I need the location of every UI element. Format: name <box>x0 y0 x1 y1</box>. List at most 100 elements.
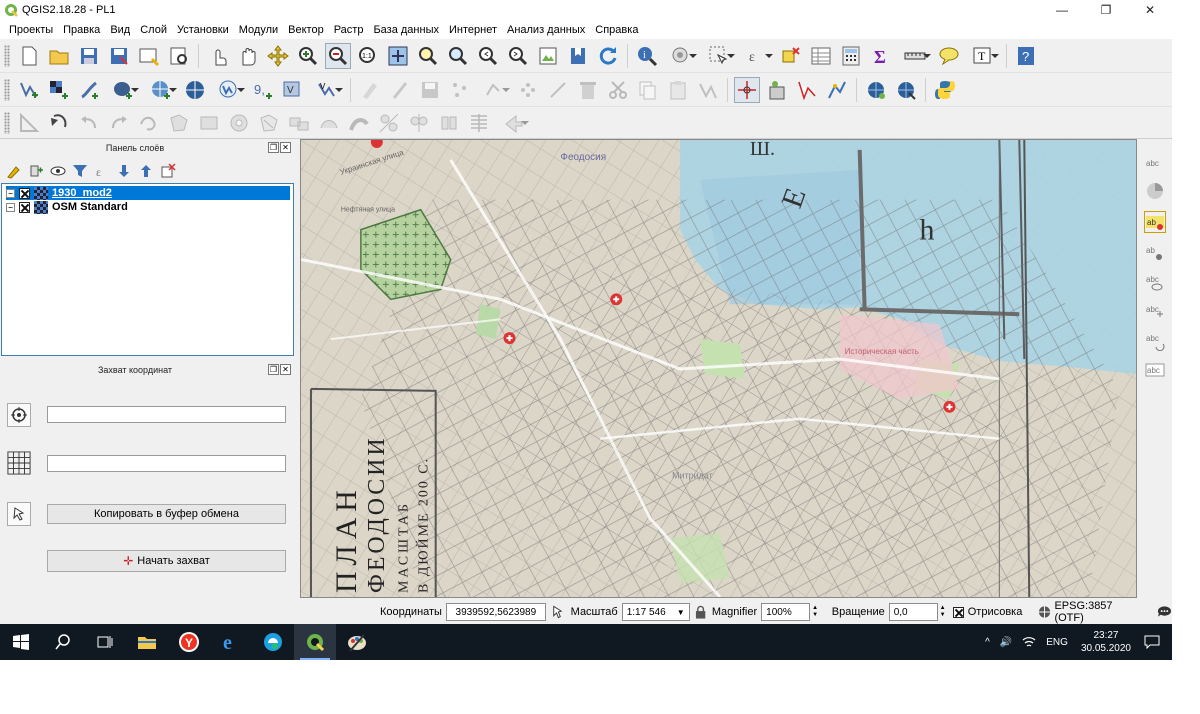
hospital-marker[interactable] <box>610 293 623 306</box>
edge-button[interactable] <box>252 624 294 660</box>
zoom-to-selection-icon[interactable] <box>415 43 441 69</box>
menu-edit[interactable]: Правка <box>58 24 105 36</box>
chevron-up-icon[interactable]: ^ <box>985 637 990 648</box>
copy-features-icon[interactable] <box>635 77 661 103</box>
menu-web[interactable]: Интернет <box>444 24 502 36</box>
menu-vector[interactable]: Вектор <box>283 24 329 36</box>
toolbar-handle[interactable] <box>4 111 10 134</box>
notifications-icon[interactable] <box>1144 635 1160 649</box>
georeferencer-icon[interactable] <box>764 77 790 103</box>
menu-database[interactable]: База данных <box>368 24 444 36</box>
text-annotation-icon[interactable]: T <box>966 43 1000 69</box>
highlight-pinned-labels-icon[interactable]: ab <box>1144 211 1166 233</box>
menu-plugins[interactable]: Модули <box>234 24 283 36</box>
add-spatialite-layer-icon[interactable] <box>76 77 102 103</box>
save-edits-icon[interactable] <box>417 77 443 103</box>
manage-visibility-icon[interactable] <box>48 161 68 181</box>
action-icon[interactable] <box>664 43 698 69</box>
attribute-table-icon[interactable] <box>808 43 834 69</box>
new-bookmark-icon[interactable] <box>565 43 591 69</box>
filter-legend-icon[interactable] <box>70 161 90 181</box>
move-feature-icon[interactable] <box>515 77 541 103</box>
save-as-icon[interactable] <box>106 43 132 69</box>
georeference-gdal-icon[interactable] <box>893 77 919 103</box>
task-view-button[interactable] <box>84 624 126 660</box>
menu-help[interactable]: Справка <box>590 24 643 36</box>
touch-zoom-icon[interactable] <box>205 43 231 69</box>
refresh-icon[interactable] <box>595 43 621 69</box>
move-label-icon[interactable]: abc <box>1144 301 1166 323</box>
menu-layer[interactable]: Слой <box>135 24 172 36</box>
menu-projects[interactable]: Проекты <box>4 24 58 36</box>
menu-processing[interactable]: Анализ данных <box>502 24 590 36</box>
fill-ring-icon[interactable] <box>226 110 252 136</box>
map-canvas[interactable]: Феодосия Украинская улица Нефтяная улица… <box>300 139 1137 598</box>
magnifier-field[interactable]: 100% <box>761 603 811 621</box>
capture-coordinate-icon[interactable] <box>734 76 760 103</box>
start-button[interactable] <box>0 624 42 660</box>
clock[interactable]: 23:27 30.05.2020 <box>1081 629 1131 655</box>
simplify-feature-icon[interactable] <box>136 110 162 136</box>
close-button[interactable]: ✕ <box>1128 0 1172 20</box>
menu-view[interactable]: Вид <box>105 24 135 36</box>
layer-visibility-checkbox[interactable] <box>19 201 30 213</box>
delete-ring-icon[interactable] <box>256 110 282 136</box>
zoom-last-icon[interactable] <box>475 43 501 69</box>
close-panel-button[interactable]: ✕ <box>280 142 291 153</box>
zoom-native-icon[interactable]: 1:1 <box>355 43 381 69</box>
restore-button[interactable]: ❐ <box>1084 0 1128 20</box>
crs-globe-icon[interactable] <box>1038 605 1051 619</box>
grid-crs-button[interactable] <box>7 451 31 475</box>
composer-manager-icon[interactable] <box>166 43 192 69</box>
vertex-tool-icon[interactable] <box>477 77 511 103</box>
styling-icon[interactable] <box>4 161 24 181</box>
zoom-out-icon[interactable] <box>325 42 351 69</box>
expand-all-icon[interactable] <box>114 161 134 181</box>
messages-icon[interactable] <box>1157 605 1172 619</box>
crs-selector-button[interactable] <box>7 403 31 427</box>
reshape-features-icon[interactable] <box>316 110 342 136</box>
qgis-taskbar-button[interactable] <box>294 624 336 660</box>
new-print-composer-icon[interactable] <box>136 43 162 69</box>
open-project-icon[interactable] <box>46 43 72 69</box>
zoom-full-icon[interactable] <box>385 43 411 69</box>
add-postgis-layer-icon[interactable] <box>106 77 140 103</box>
pin-labels-icon[interactable]: ab <box>1144 242 1166 264</box>
save-project-icon[interactable] <box>76 43 102 69</box>
user-crs-coordinates-field[interactable] <box>47 455 286 472</box>
start-capture-button[interactable]: ✛ Начать захват <box>47 550 286 572</box>
add-part-icon[interactable] <box>196 110 222 136</box>
undo-icon[interactable] <box>46 110 72 136</box>
app-taskbar-button[interactable] <box>336 624 378 660</box>
rotation-field[interactable]: 0,0 <box>888 603 938 621</box>
map-tips-icon[interactable] <box>936 43 962 69</box>
render-checkbox[interactable] <box>953 606 964 618</box>
undo-edit-icon[interactable] <box>76 110 102 136</box>
add-virtual-layer-icon[interactable]: V <box>280 77 306 103</box>
select-by-expression-icon[interactable]: ε <box>740 43 774 69</box>
add-wcs-layer-icon[interactable] <box>182 77 208 103</box>
remove-layer-icon[interactable] <box>158 161 178 181</box>
magnifier-spinner[interactable]: ▲ ▼ <box>810 603 819 621</box>
vertex-editor-icon[interactable] <box>695 77 721 103</box>
offset-curve-icon[interactable] <box>346 110 372 136</box>
layer-tree[interactable]: − 1930_mod2 − OSM Standard <box>1 183 294 356</box>
identify-icon[interactable]: i <box>634 43 660 69</box>
current-edits-icon[interactable] <box>357 77 383 103</box>
rotate-point-symbols-icon[interactable] <box>496 110 530 136</box>
deselect-icon[interactable] <box>778 43 804 69</box>
layer-diagram-icon[interactable] <box>1144 180 1166 202</box>
new-shapefile-icon[interactable]: V <box>310 77 344 103</box>
pan-map-icon[interactable] <box>235 43 261 69</box>
delete-selected-icon[interactable] <box>575 77 601 103</box>
split-parts-icon[interactable] <box>406 110 432 136</box>
toolbar-handle[interactable] <box>4 44 10 67</box>
search-button[interactable] <box>42 624 84 660</box>
merge-attributes-icon[interactable] <box>466 110 492 136</box>
toggle-extents-icon[interactable] <box>550 604 565 620</box>
hospital-marker[interactable] <box>943 400 956 413</box>
add-wfs-layer-icon[interactable] <box>212 77 246 103</box>
rotate-label-icon[interactable]: abc <box>1144 330 1166 352</box>
statistics-icon[interactable]: Σ <box>868 43 894 69</box>
redo-edit-icon[interactable] <box>106 110 132 136</box>
